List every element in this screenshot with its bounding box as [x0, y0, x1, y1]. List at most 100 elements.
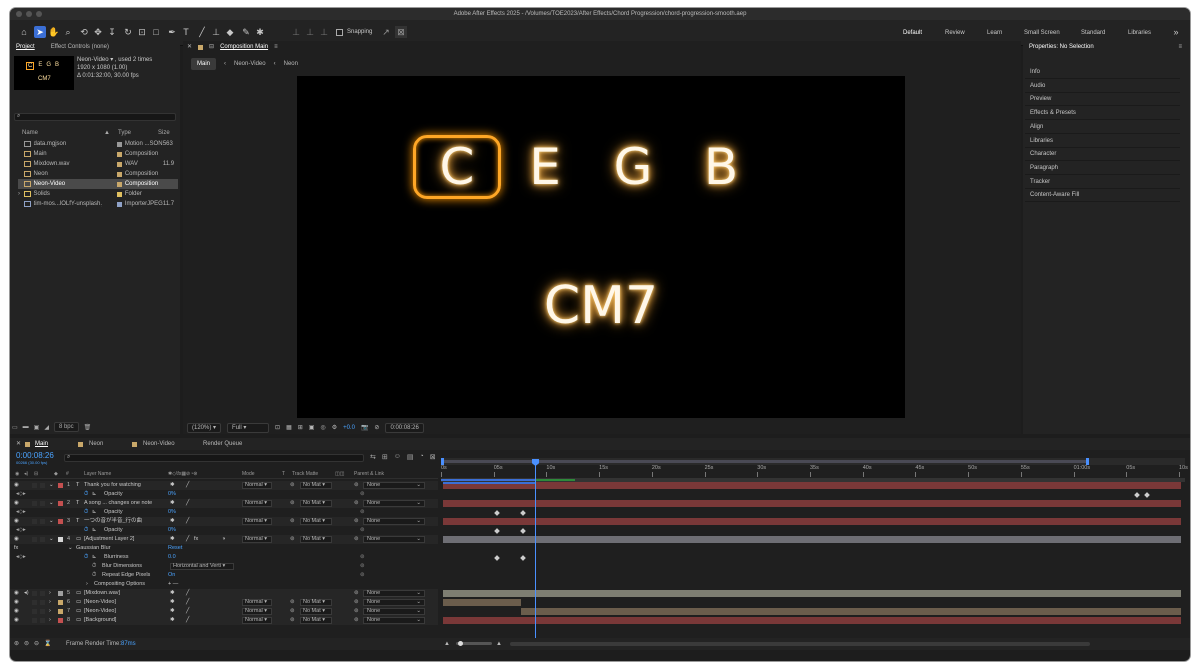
brush-tool-icon[interactable]: ╱	[196, 26, 208, 38]
quality-switch-icon[interactable]: ╱	[186, 535, 189, 544]
expression-pickwhip-icon[interactable]: ⊚	[360, 562, 365, 571]
lock-switch[interactable]	[40, 519, 45, 524]
chevron-down-icon[interactable]: ⌄	[49, 499, 54, 508]
project-item[interactable]: data.mgjson Motion ...SON 563	[18, 139, 178, 149]
matte-pickwhip-icon[interactable]: ⊚	[290, 616, 295, 625]
lock-icon[interactable]: ⊟	[34, 469, 38, 479]
col-name[interactable]: Name	[22, 129, 38, 138]
lock-switch[interactable]	[40, 618, 45, 623]
solo-switch[interactable]	[32, 600, 37, 605]
eraser-tool-icon[interactable]: ◆	[224, 26, 236, 38]
hand-tool-icon[interactable]: ✋	[48, 26, 60, 38]
breadcrumb-main[interactable]: Main	[191, 58, 217, 70]
graph-icon[interactable]: ⊾	[92, 508, 97, 517]
blend-mode-dropdown[interactable]: Normal ▾	[242, 482, 272, 489]
project-settings-icon[interactable]: ◢	[44, 424, 49, 431]
keyframe[interactable]	[520, 554, 526, 561]
shy-switch-icon[interactable]: ✱	[170, 607, 175, 616]
panel-menu-icon[interactable]: ≡	[274, 41, 278, 53]
region-of-interest-icon[interactable]: ⊡	[275, 422, 280, 434]
layer-row[interactable]: ◉ › 7 ▭ [Neon-Video] ✱ ╱ Normal ▾ ⊚ No Mat ▾ ⊚ None…	[10, 607, 438, 616]
parent-dropdown[interactable]: None ⌄	[363, 518, 425, 525]
shy-switch-icon[interactable]: ✱	[170, 535, 175, 544]
layer-name[interactable]: [Background]	[84, 616, 168, 625]
lock-switch[interactable]	[40, 483, 45, 488]
layer-name[interactable]: 一つの音が半音_行の曲	[84, 517, 168, 526]
playhead-line[interactable]	[535, 460, 536, 640]
blend-mode-dropdown[interactable]: Normal ▾	[242, 617, 272, 624]
tab-main[interactable]: Main	[35, 438, 48, 450]
new-composition-icon[interactable]: ▣	[34, 424, 40, 431]
timeline-search-input[interactable]: ⌕	[64, 454, 364, 462]
track-matte-dropdown[interactable]: No Mat ▾	[300, 536, 332, 543]
layer-row[interactable]: ◉ ◂) › 5 ▭ [Mixdown.wav] ✱ ╱ ⊚ None ⌄	[10, 589, 438, 598]
breadcrumb-neon-video[interactable]: Neon-Video	[234, 58, 266, 70]
expression-pickwhip-icon[interactable]: ⊚	[360, 553, 365, 562]
snapping-toggle[interactable]: Snapping	[336, 26, 372, 38]
layer-label-swatch[interactable]	[58, 483, 63, 488]
dolly-camera-icon[interactable]: ↧	[106, 26, 118, 38]
solo-switch[interactable]	[32, 618, 37, 623]
lock-switch[interactable]	[40, 600, 45, 605]
label-swatch[interactable]	[117, 201, 122, 207]
roto-brush-icon[interactable]: ✎	[240, 26, 252, 38]
property-row[interactable]: › Compositing Options + —	[10, 580, 438, 589]
keyframe[interactable]	[494, 527, 500, 534]
effect-reset-link[interactable]: Reset	[168, 544, 182, 553]
parent-pickwhip-icon[interactable]: ⊚	[354, 616, 359, 625]
zoom-dropdown[interactable]: (120%) ▾	[187, 423, 222, 433]
chevron-down-icon[interactable]: ⌄	[49, 535, 54, 544]
pan-camera-icon[interactable]: ✥	[92, 26, 104, 38]
lock-switch[interactable]	[40, 501, 45, 506]
puppet-pin-icon[interactable]: ✱	[254, 26, 266, 38]
blend-mode-dropdown[interactable]: Normal ▾	[242, 599, 272, 606]
property-value[interactable]: 0%	[168, 526, 176, 535]
track-matte-dropdown[interactable]: No Mat ▾	[300, 518, 332, 525]
time-ruler[interactable]: 0s 05s 10s 15s 20s 25s 30s 35s 40s 45s 50s 55s 01:00…	[441, 465, 1188, 477]
type-tool-icon[interactable]: T	[180, 26, 192, 38]
add-remove-icon[interactable]: + —	[168, 580, 178, 589]
parent-pickwhip-icon[interactable]: ⊚	[354, 517, 359, 526]
rotation-tool-icon[interactable]: ↻	[122, 26, 134, 38]
layer-duration-bar[interactable]	[443, 536, 1181, 543]
layer-duration-bar[interactable]	[443, 599, 521, 606]
matte-pickwhip-icon[interactable]: ⊚	[290, 598, 295, 607]
shy-switch-icon[interactable]: ✱	[170, 481, 175, 490]
exposure-value[interactable]: +0.0	[343, 422, 355, 434]
axis-view-icon[interactable]: ⊥	[318, 26, 330, 38]
parent-pickwhip-icon[interactable]: ⊚	[354, 598, 359, 607]
properties-item[interactable]: Align	[1025, 121, 1180, 134]
col-layer-name[interactable]: Layer Name	[84, 469, 111, 479]
keyframe[interactable]	[1144, 491, 1150, 498]
chevron-down-icon[interactable]: ›	[49, 589, 51, 598]
tab-composition-main[interactable]: Composition Main	[220, 41, 268, 53]
matte-toggle-icon[interactable]: ◫◫	[335, 469, 344, 479]
fast-previews-icon[interactable]: ⚙	[332, 422, 337, 434]
col-type[interactable]: Type	[118, 129, 131, 138]
panel-menu-icon[interactable]: ≡	[1178, 41, 1182, 53]
matte-pickwhip-icon[interactable]: ⊚	[290, 499, 295, 508]
solo-switch[interactable]	[32, 609, 37, 614]
properties-item[interactable]: Audio	[1025, 80, 1180, 93]
graph-icon[interactable]: ⊾	[92, 490, 97, 499]
fx-toggle-icon[interactable]: fx	[14, 544, 18, 553]
audio-switch-icon[interactable]: ◂)	[24, 469, 28, 479]
graph-editor-icon[interactable]: ⊠	[430, 453, 436, 461]
selection-tool-icon[interactable]: ➤	[34, 26, 46, 38]
snapping-checkbox[interactable]	[336, 28, 343, 36]
layer-label-swatch[interactable]	[58, 609, 63, 614]
parent-dropdown[interactable]: None ⌄	[363, 617, 425, 624]
layer-duration-bar[interactable]	[443, 518, 1181, 525]
eye-icon[interactable]: ◉	[14, 517, 19, 526]
orbit-camera-icon[interactable]: ⟲	[78, 26, 90, 38]
parent-dropdown[interactable]: None ⌄	[363, 500, 425, 507]
layer-duration-bar[interactable]	[521, 608, 1181, 615]
bit-depth-button[interactable]: 8 bpc	[53, 422, 79, 432]
effect-name[interactable]: Gaussian Blur	[76, 544, 111, 553]
toggle-render-time-icon[interactable]: ⌛	[44, 638, 51, 650]
layer-duration-bar[interactable]	[443, 482, 1181, 489]
blend-mode-dropdown[interactable]: Normal ▾	[242, 536, 272, 543]
motion-blur-icon[interactable]: ◔	[420, 453, 424, 461]
keyframe[interactable]	[520, 527, 526, 534]
parent-pickwhip-icon[interactable]: ⊚	[354, 481, 359, 490]
